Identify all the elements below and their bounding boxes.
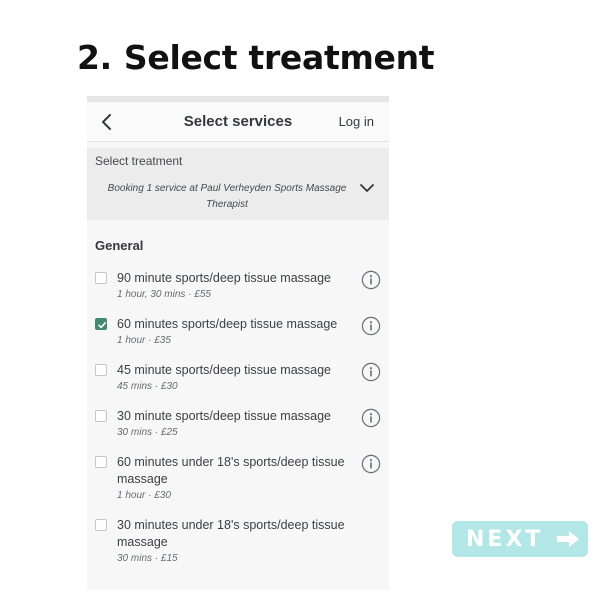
service-row[interactable]: 90 minute sports/deep tissue massage 1 ho… — [87, 270, 389, 305]
service-name: 45 minute sports/deep tissue massage — [117, 363, 332, 377]
login-link[interactable]: Log in — [339, 114, 374, 129]
service-row[interactable]: 60 minutes under 18's sports/deep tissue… — [87, 454, 389, 506]
info-icon[interactable] — [361, 270, 381, 290]
service-checkbox[interactable] — [95, 318, 107, 330]
treatment-selector[interactable]: Select treatment Booking 1 service at Pa… — [87, 148, 389, 220]
info-icon[interactable] — [361, 454, 381, 474]
info-icon[interactable] — [361, 316, 381, 336]
selector-label: Select treatment — [95, 154, 183, 168]
section-title: General — [95, 238, 144, 253]
service-meta: 1 hour, 30 mins · £55 — [117, 289, 211, 300]
service-meta: 1 hour · £35 — [117, 335, 171, 346]
service-row[interactable]: 60 minutes sports/deep tissue massage 1 h… — [87, 316, 389, 351]
chevron-down-icon[interactable] — [359, 181, 375, 195]
service-meta: 30 mins · £15 — [117, 553, 178, 564]
service-name: 60 minutes sports/deep tissue massage — [117, 317, 338, 331]
service-name: 30 minutes under 18's sports/deep tissue… — [117, 518, 345, 549]
selector-value: Booking 1 service at Paul Verheyden Spor… — [107, 183, 347, 210]
service-name: 90 minute sports/deep tissue massage — [117, 271, 332, 285]
heading-text: Select treatment — [123, 38, 435, 77]
service-name: 30 minute sports/deep tissue massage — [117, 409, 332, 423]
service-row[interactable]: 30 minute sports/deep tissue massage 30 m… — [87, 408, 389, 443]
page-heading: 2. Select treatment — [77, 38, 435, 77]
service-row[interactable]: 45 minute sports/deep tissue massage 45 m… — [87, 362, 389, 397]
service-checkbox[interactable] — [95, 272, 107, 284]
info-icon[interactable] — [361, 408, 381, 428]
service-row[interactable]: 30 minutes under 18's sports/deep tissue… — [87, 517, 389, 569]
arrow-right-icon — [557, 531, 579, 547]
service-checkbox[interactable] — [95, 410, 107, 422]
check-icon — [98, 321, 106, 329]
service-checkbox[interactable] — [95, 364, 107, 376]
service-meta: 30 mins · £25 — [117, 427, 178, 438]
service-meta: 1 hour · £30 — [117, 490, 171, 501]
service-name: 60 minutes under 18's sports/deep tissue… — [117, 455, 345, 486]
booking-screen: Select services Log in Select treatment … — [87, 96, 389, 590]
service-checkbox[interactable] — [95, 519, 107, 531]
service-checkbox[interactable] — [95, 456, 107, 468]
service-meta: 45 mins · £30 — [117, 381, 178, 392]
step-number: 2. — [77, 38, 112, 77]
next-label: NEXT — [466, 527, 544, 552]
info-icon[interactable] — [361, 362, 381, 382]
next-button[interactable]: NEXT — [452, 521, 588, 557]
nav-bar: Select services Log in — [87, 102, 389, 142]
